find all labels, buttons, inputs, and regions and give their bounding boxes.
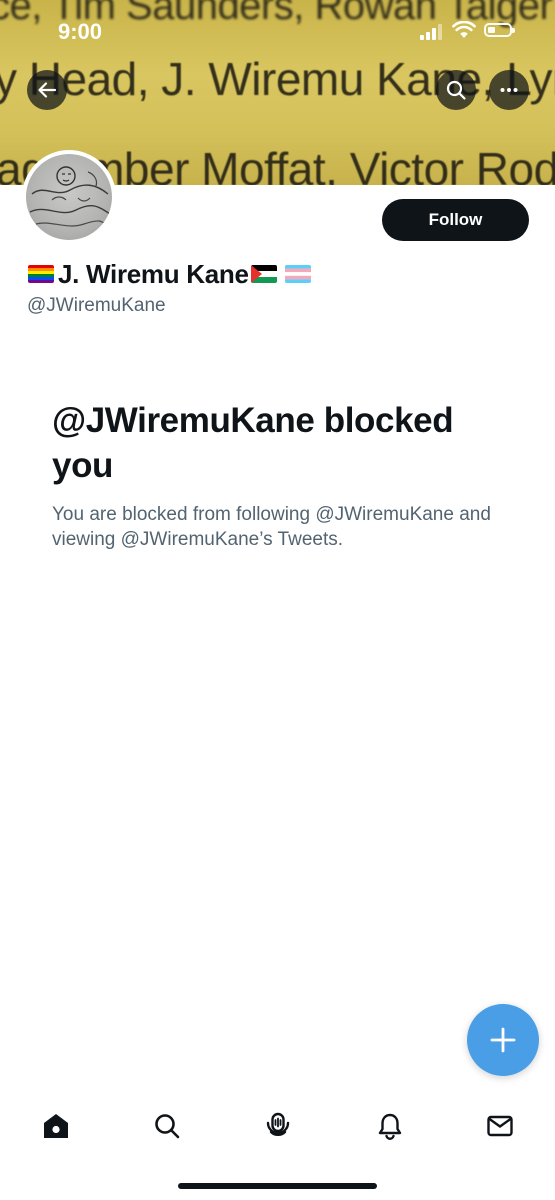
nav-notifications[interactable] bbox=[370, 1106, 410, 1146]
compose-tweet-button[interactable] bbox=[467, 1004, 539, 1076]
search-icon bbox=[446, 80, 466, 100]
blocked-subtitle: You are blocked from following @JWiremuK… bbox=[52, 504, 491, 550]
blocked-title: @JWiremuKane blocked you bbox=[52, 401, 454, 485]
follow-button[interactable]: Follow bbox=[382, 199, 529, 241]
status-time: 9:00 bbox=[58, 19, 103, 44]
spaces-icon bbox=[266, 1112, 290, 1137]
back-button[interactable] bbox=[27, 70, 67, 110]
plus-icon bbox=[490, 1027, 516, 1053]
home-indicator[interactable] bbox=[178, 1183, 377, 1189]
nav-messages[interactable] bbox=[480, 1106, 520, 1146]
display-name: J. Wiremu Kane bbox=[58, 258, 249, 289]
palestine-flag-icon bbox=[250, 265, 277, 283]
bell-icon bbox=[378, 1113, 402, 1140]
profile-avatar[interactable] bbox=[22, 150, 116, 244]
more-options-button[interactable] bbox=[489, 70, 529, 110]
wifi-icon bbox=[452, 21, 476, 38]
nav-home[interactable] bbox=[36, 1106, 76, 1146]
status-bar: 9:00 bbox=[0, 0, 555, 62]
nav-search[interactable] bbox=[147, 1106, 187, 1146]
nav-spaces[interactable] bbox=[258, 1106, 298, 1146]
mail-icon bbox=[487, 1115, 513, 1137]
cellular-signal-icon bbox=[420, 24, 442, 40]
profile-handle: @JWiremuKane bbox=[27, 295, 166, 316]
display-name-row: J. Wiremu Kane bbox=[28, 258, 311, 290]
more-horizontal-icon bbox=[500, 88, 518, 92]
avatar-image bbox=[26, 154, 112, 240]
home-icon bbox=[44, 1114, 68, 1138]
battery-icon bbox=[484, 23, 515, 37]
bottom-nav bbox=[0, 1096, 555, 1156]
search-icon bbox=[155, 1114, 180, 1139]
profile-search-button[interactable] bbox=[436, 70, 476, 110]
rainbow-flag-icon bbox=[28, 265, 54, 283]
transgender-flag-icon bbox=[284, 265, 311, 283]
arrow-left-icon bbox=[38, 82, 57, 98]
